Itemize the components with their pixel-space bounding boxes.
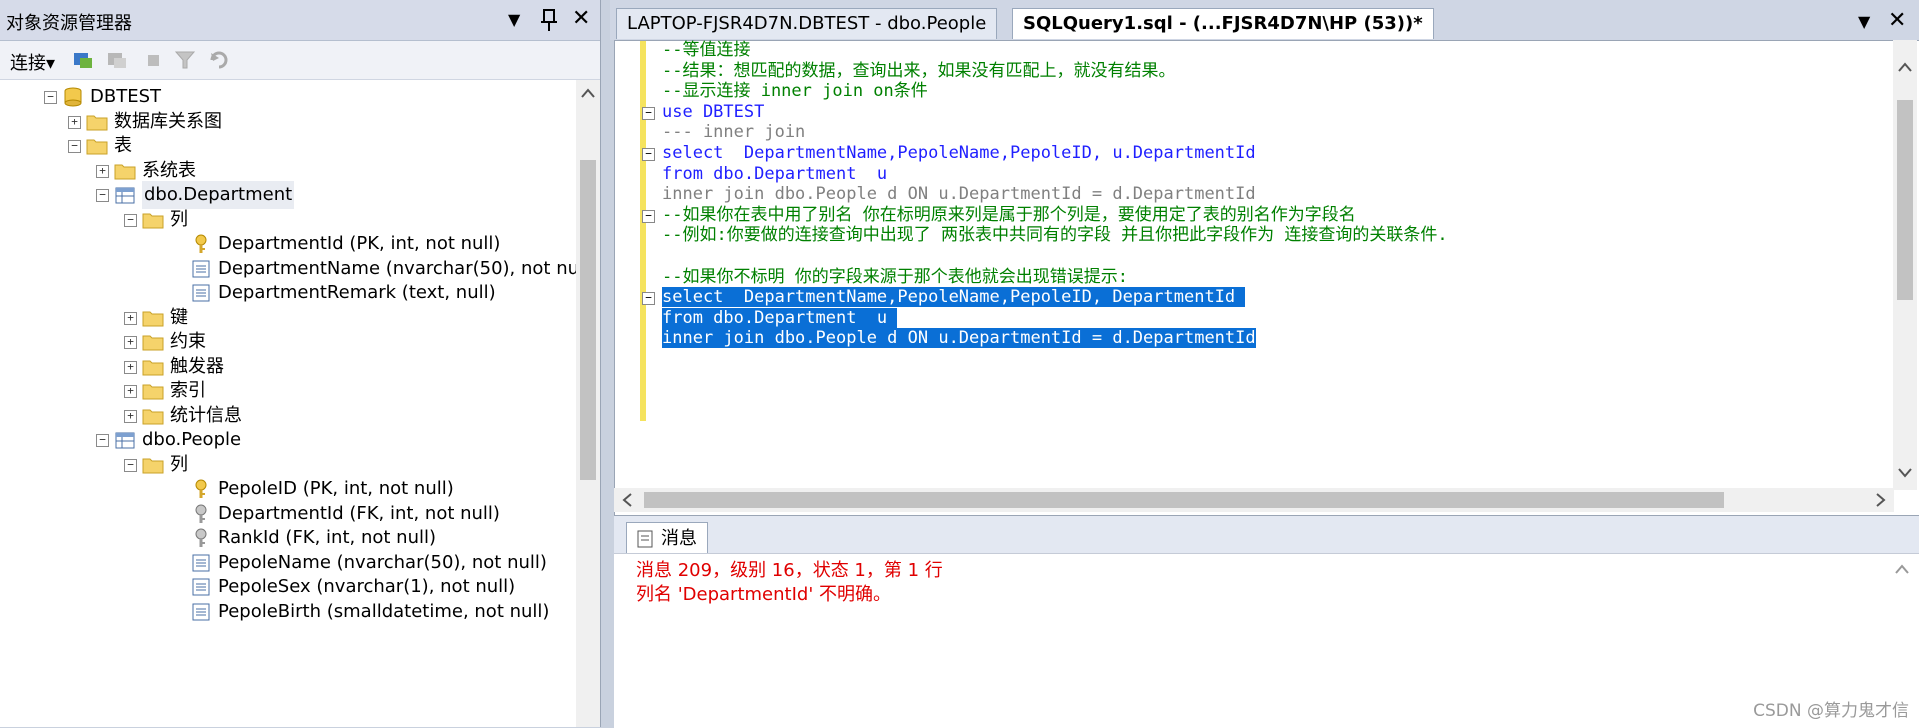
code-line-text: select DepartmentName,PepoleName,PepoleI… (662, 287, 1246, 308)
close-icon[interactable]: ✕ (572, 6, 590, 31)
fold-toggle-icon[interactable]: − (642, 209, 655, 223)
code-line-text: from dbo.Department u (662, 163, 888, 184)
code-line-text: --例如:你要做的连接查询中出现了 两张表中共同有的字段 并且你把此字段作为 连… (662, 225, 1448, 246)
object-explorer-toolbar: 连接▾ (0, 41, 600, 80)
tab-list-dropdown-icon[interactable]: ▼ (1858, 12, 1870, 31)
editor-horizontal-scrollbar[interactable] (614, 488, 1894, 512)
watermark: CSDN @算力鬼才信 (1753, 701, 1909, 721)
code-line-text: --显示连接 inner join on条件 (662, 81, 928, 102)
object-explorer-scrollbar[interactable] (576, 80, 600, 727)
expand-icon[interactable]: + (68, 115, 81, 129)
object-explorer-tree: − DBTEST + 数据库关系图 − 表 + 系统表 − dbo.Department − 列 Dep… (0, 80, 576, 727)
expand-icon[interactable]: + (124, 360, 137, 374)
code-line-text: use DBTEST (662, 101, 765, 122)
code-line-text: --结果：想匹配的数据，查询出来，如果没有匹配上，就没有结果。 (662, 60, 1176, 81)
scroll-up-icon[interactable] (1898, 62, 1912, 72)
fold-toggle-icon[interactable]: − (642, 106, 655, 120)
filter-icon[interactable] (174, 49, 196, 71)
code-line-text: --等值连接 (662, 40, 751, 60)
column-icon (190, 598, 212, 626)
object-explorer-title: 对象资源管理器 (6, 13, 132, 34)
object-explorer-panel: 对象资源管理器 ▼ ✕ 连接▾ − DBTEST + 数据库关系图 − 表 + 系统表 − dbo… (0, 0, 601, 727)
pin-icon[interactable] (540, 8, 558, 32)
expand-icon[interactable]: + (96, 164, 109, 178)
scroll-right-icon[interactable] (1876, 493, 1886, 507)
collapse-icon[interactable]: − (124, 213, 137, 227)
object-explorer-titlebar: 对象资源管理器 ▼ ✕ (0, 0, 600, 41)
tab-sqlquery1[interactable]: SQLQuery1.sql - (...FJSR4D7N\HP (53))* (1012, 8, 1434, 39)
scrollbar-thumb[interactable] (644, 492, 1724, 508)
stop-icon[interactable] (142, 49, 164, 71)
expand-icon[interactable]: + (124, 336, 137, 349)
scroll-up-icon[interactable] (581, 88, 595, 98)
collapse-icon[interactable]: − (68, 140, 81, 153)
collapse-icon[interactable]: − (96, 189, 109, 202)
editor-vertical-scrollbar[interactable] (1893, 40, 1917, 490)
message-icon (637, 530, 653, 548)
expand-icon[interactable]: + (124, 409, 137, 423)
code-line-text: --如果你不标明 你的字段来源于那个表他就会出现错误提示: (662, 266, 1128, 287)
disconnect-icon[interactable] (106, 49, 128, 71)
tab-messages[interactable]: 消息 (626, 522, 708, 555)
error-message-line: 消息 209，级别 16，状态 1，第 1 行 (636, 560, 943, 581)
collapse-icon[interactable]: − (44, 91, 57, 104)
fold-toggle-icon[interactable]: − (642, 148, 655, 161)
connect-button[interactable]: 连接▾ (10, 49, 55, 75)
results-tabstrip: 消息 (614, 515, 1919, 555)
tree-node[interactable]: PepoleBirth (smalldatetime, not null) (0, 598, 576, 626)
error-message-line: 列名 'DepartmentId' 不明确。 (636, 584, 891, 605)
code-line-text: --如果你在表中用了别名 你在标明原来列是属于那个列是，要使用定了表的别名作为字… (662, 204, 1356, 225)
scroll-up-icon[interactable] (1895, 564, 1909, 574)
change-tracking-bar (640, 41, 646, 421)
code-line: --例如:你要做的连接查询中出现了 两张表中共同有的字段 并且你把此字段作为 连… (662, 223, 1448, 248)
code-line-text: --- inner join (662, 122, 806, 143)
code-line-text: select DepartmentName,PepoleName,PepoleI… (662, 143, 1256, 163)
collapse-icon[interactable]: − (124, 458, 137, 472)
close-tab-icon[interactable]: ✕ (1888, 8, 1906, 33)
messages-pane: 消息 209，级别 16，状态 1，第 1 行 列名 'DepartmentId… (614, 553, 1919, 728)
code-line-text: inner join dbo.People d ON u.DepartmentI… (662, 328, 1256, 349)
scroll-down-icon[interactable] (1898, 468, 1912, 478)
panel-dropdown-icon[interactable]: ▼ (508, 10, 520, 29)
expand-icon[interactable]: + (124, 385, 137, 398)
scroll-left-icon[interactable] (622, 493, 632, 507)
code-line: inner join dbo.People d ON u.DepartmentI… (662, 326, 1256, 351)
refresh-icon[interactable] (208, 49, 230, 71)
connect-object-explorer-icon[interactable] (72, 49, 94, 71)
document-tabstrip: LAPTOP-FJSR4D7N.DBTEST - dbo.People SQLQ… (610, 0, 1919, 40)
collapse-icon[interactable]: − (96, 434, 109, 447)
tab-messages-label: 消息 (661, 528, 697, 549)
scrollbar-thumb[interactable] (1897, 100, 1913, 300)
code-line-text: from dbo.Department u (662, 307, 898, 328)
scrollbar-thumb[interactable] (580, 160, 596, 480)
tree-node-label: PepoleBirth (smalldatetime, not null) (218, 600, 550, 622)
tab-people-designer[interactable]: LAPTOP-FJSR4D7N.DBTEST - dbo.People (616, 8, 998, 39)
fold-toggle-icon[interactable]: − (642, 292, 655, 306)
expand-icon[interactable]: + (124, 311, 137, 325)
code-line-text: inner join dbo.People d ON u.DepartmentI… (662, 184, 1256, 205)
